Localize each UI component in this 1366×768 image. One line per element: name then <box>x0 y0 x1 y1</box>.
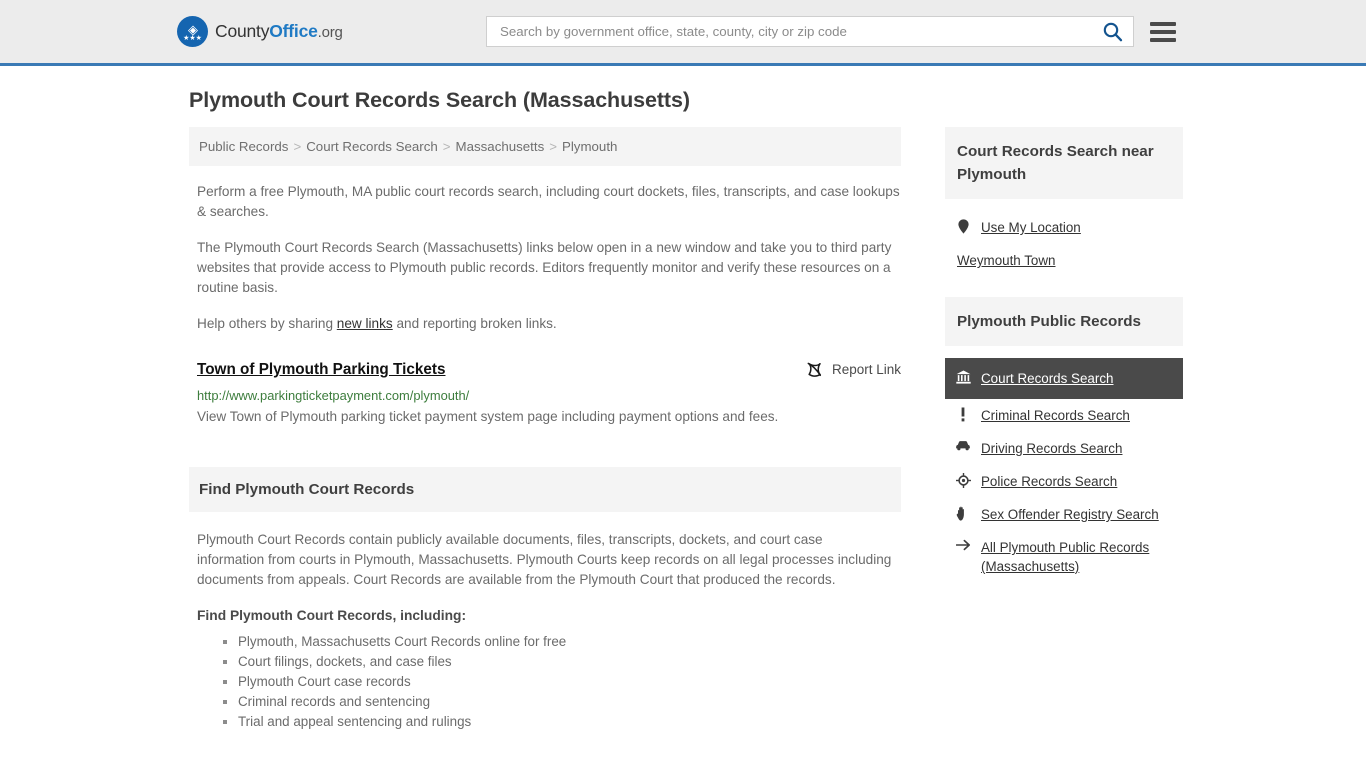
crosshairs-badge-icon <box>955 473 971 488</box>
breadcrumb-separator: > <box>442 139 451 154</box>
sidebar-item-police-records-search[interactable]: Police Records Search <box>945 465 1183 498</box>
sidebar-item-label: Court Records Search <box>981 371 1114 386</box>
eagle-seal-logo-icon: ◈ ★★★ <box>177 16 208 47</box>
records-panel-heading: Plymouth Public Records <box>945 297 1183 346</box>
hamburger-menu-icon[interactable] <box>1150 21 1176 42</box>
brand-wordmark: CountyOffice.org <box>215 21 343 42</box>
header-search-area <box>486 16 1176 47</box>
find-records-section-body: Plymouth Court Records contain publicly … <box>189 512 901 732</box>
find-records-body-text: Plymouth Court Records contain publicly … <box>197 532 892 587</box>
sidebar-item-court-records-search[interactable]: Court Records Search <box>945 358 1183 399</box>
intro-paragraph-2: The Plymouth Court Records Search (Massa… <box>197 240 892 295</box>
result-url[interactable]: http://www.parkingticketpayment.com/plym… <box>197 387 901 404</box>
bank-building-icon <box>955 370 971 384</box>
brand-part-office: Office <box>269 21 318 41</box>
result-item: Town of Plymouth Parking Tickets Report … <box>197 360 901 427</box>
breadcrumb: Public Records > Court Records Search > Mass… <box>189 127 901 166</box>
exclamation-mark-icon <box>955 407 971 422</box>
report-link-button[interactable]: Report Link <box>806 361 901 378</box>
sidebar-item-label: Weymouth Town <box>957 253 1056 268</box>
result-title-link[interactable]: Town of Plymouth Parking Tickets <box>197 360 445 380</box>
find-records-section-heading: Find Plymouth Court Records <box>189 467 901 512</box>
car-icon <box>955 440 971 451</box>
near-panel-heading: Court Records Search near Plymouth <box>945 127 1183 199</box>
share-text-after: and reporting broken links. <box>392 316 557 331</box>
site-header: ◈ ★★★ CountyOffice.org <box>0 0 1366 66</box>
page-container: Plymouth Court Records Search (Massachus… <box>183 66 1183 732</box>
sidebar-item-criminal-records-search[interactable]: Criminal Records Search <box>945 399 1183 432</box>
brand-part-org: .org <box>317 24 343 41</box>
result-description: View Town of Plymouth parking ticket pay… <box>197 409 779 424</box>
sidebar-item-sex-offender-registry-search[interactable]: Sex Offender Registry Search <box>945 498 1183 531</box>
header-inner: ◈ ★★★ CountyOffice.org <box>177 0 1183 63</box>
main-content-column: Public Records > Court Records Search > Mass… <box>189 127 901 732</box>
page-title: Plymouth Court Records Search (Massachus… <box>189 88 690 112</box>
search-input[interactable] <box>498 23 1098 40</box>
sidebar-item-driving-records-search[interactable]: Driving Records Search <box>945 432 1183 465</box>
list-item: Criminal records and sentencing <box>223 692 893 712</box>
sidebar-item-label: Police Records Search <box>981 474 1118 489</box>
new-links-link[interactable]: new links <box>337 316 393 331</box>
list-item: Plymouth, Massachusetts Court Records on… <box>223 632 893 652</box>
near-panel-links: Use My Location Weymouth Town <box>945 199 1183 281</box>
breadcrumb-item-0[interactable]: Public Records <box>199 139 288 154</box>
find-records-bullet-list: Plymouth, Massachusetts Court Records on… <box>197 632 893 732</box>
list-item: Plymouth Court case records <box>223 672 893 692</box>
records-panel-links: Court Records Search Criminal Records Se… <box>945 346 1183 587</box>
sidebar-item-all-public-records[interactable]: All Plymouth Public Records (Massachuset… <box>945 531 1183 583</box>
report-link-label: Report Link <box>831 362 901 377</box>
breadcrumb-separator: > <box>293 139 302 154</box>
breadcrumb-item-3[interactable]: Plymouth <box>562 139 617 154</box>
list-item: Court filings, dockets, and case files <box>223 652 893 672</box>
arrow-right-icon <box>955 539 971 551</box>
sidebar-item-label: Use My Location <box>981 220 1081 235</box>
sidebar-item-label: Sex Offender Registry Search <box>981 507 1159 522</box>
content-columns: Public Records > Court Records Search > Mass… <box>183 127 1183 732</box>
breadcrumb-item-1[interactable]: Court Records Search <box>306 139 438 154</box>
search-icon <box>1103 22 1123 42</box>
sidebar-item-label: Criminal Records Search <box>981 408 1130 423</box>
find-records-subheading: Find Plymouth Court Records, including: <box>197 608 467 623</box>
list-item: Trial and appeal sentencing and rulings <box>223 712 893 732</box>
broken-link-icon <box>807 362 822 377</box>
sidebar-item-label: Driving Records Search <box>981 441 1123 456</box>
sidebar-item-use-my-location[interactable]: Use My Location <box>945 211 1183 244</box>
breadcrumb-item-2[interactable]: Massachusetts <box>456 139 545 154</box>
sidebar-item-weymouth-town[interactable]: Weymouth Town <box>945 244 1183 277</box>
map-pin-icon <box>955 219 971 234</box>
intro-paragraph-3: Help others by sharing new links and rep… <box>197 314 901 334</box>
brand-part-county: County <box>215 21 270 41</box>
site-logo-link[interactable]: ◈ ★★★ CountyOffice.org <box>177 16 343 47</box>
sidebar-item-label: All Plymouth Public Records (Massachuset… <box>981 540 1150 574</box>
breadcrumb-separator: > <box>549 139 557 154</box>
intro-paragraph-1: Perform a free Plymouth, MA public court… <box>197 184 900 219</box>
share-text-before: Help others by sharing <box>197 316 337 331</box>
hand-stop-icon <box>955 506 971 521</box>
result-header-row: Town of Plymouth Parking Tickets Report … <box>197 360 901 380</box>
sidebar: Court Records Search near Plymouth Use M… <box>945 127 1183 587</box>
search-button[interactable] <box>1098 21 1125 42</box>
search-box[interactable] <box>486 16 1134 47</box>
